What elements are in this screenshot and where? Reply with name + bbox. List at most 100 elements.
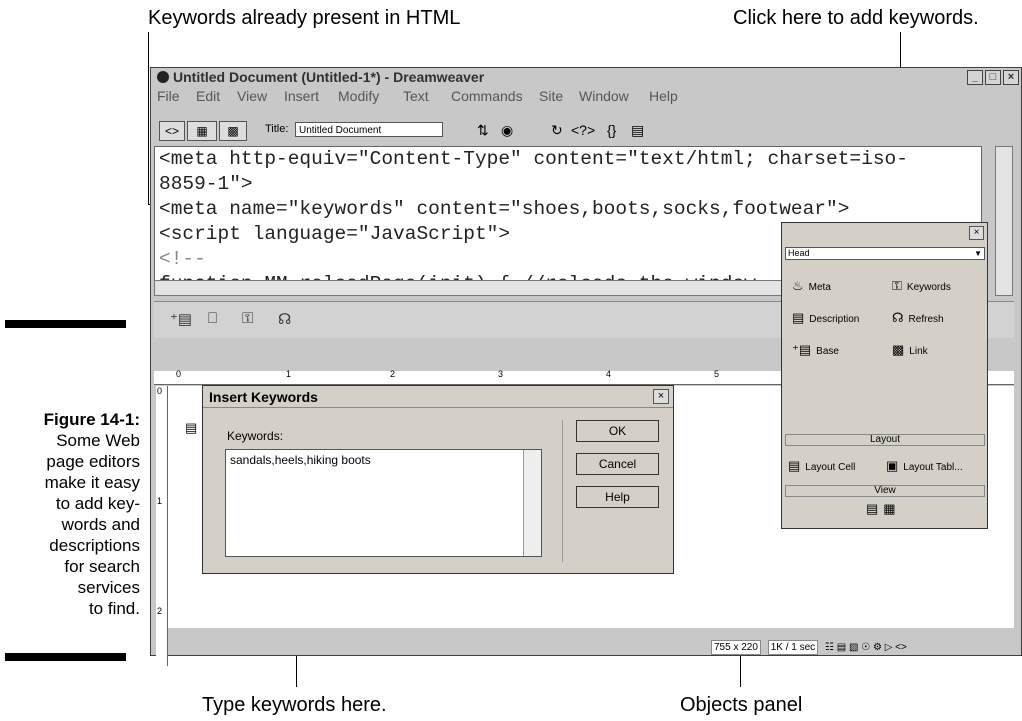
object-description[interactable]: ▤ Description bbox=[792, 310, 859, 326]
refresh-icon[interactable]: ↻ bbox=[551, 122, 563, 139]
html-styles-icon[interactable]: ▧ bbox=[849, 642, 858, 653]
panel-close-button[interactable]: × bbox=[969, 226, 984, 240]
standard-view-icon[interactable]: ▤ bbox=[866, 501, 878, 516]
category-dropdown[interactable]: Head ▼ bbox=[785, 247, 985, 260]
timelines-icon[interactable]: ▷ bbox=[885, 642, 893, 653]
layout-label: Layout Tabl... bbox=[903, 462, 963, 473]
caption-bar-bottom bbox=[5, 653, 126, 661]
insert-description-icon[interactable]: ⎕ bbox=[208, 310, 217, 327]
insert-refresh-icon[interactable]: ☊ bbox=[278, 310, 291, 328]
minimize-button[interactable]: _ bbox=[967, 70, 983, 85]
divider bbox=[203, 407, 673, 408]
menu-modify[interactable]: Modify bbox=[338, 88, 379, 104]
page-title-input[interactable]: Untitled Document bbox=[295, 122, 443, 137]
document-toolbar: <> ▦ ▩ Title: Untitled Document ⇅ ◉ ↻ <?… bbox=[151, 117, 1021, 143]
title-label: Title: bbox=[265, 123, 289, 135]
caption-line: services bbox=[77, 578, 140, 597]
divider bbox=[562, 420, 563, 562]
code-inspector-icon[interactable]: <> bbox=[895, 642, 907, 653]
reference-icon[interactable]: <?> bbox=[571, 122, 595, 138]
keywords-label: Keywords: bbox=[227, 429, 284, 443]
refresh-icon: ☊ bbox=[892, 310, 904, 325]
title-bar: Untitled Document (Untitled-1*) - Dreamw… bbox=[151, 68, 1021, 87]
layout-cell-icon: ▤ bbox=[788, 458, 801, 473]
object-label: Description bbox=[809, 314, 860, 325]
window-size[interactable]: 755 x 220 bbox=[711, 640, 761, 655]
caption-bar-top bbox=[5, 320, 126, 328]
site-icon[interactable]: ☷ bbox=[825, 642, 834, 653]
insert-keywords-icon[interactable]: ⚿ bbox=[242, 310, 253, 327]
preview-browser-icon[interactable]: ◉ bbox=[501, 122, 513, 139]
figure: Keywords already present in HTML Click h… bbox=[0, 0, 1022, 721]
dialog-title: Insert Keywords bbox=[209, 389, 318, 405]
object-label: Link bbox=[909, 346, 928, 357]
caption-line: descriptions bbox=[49, 536, 140, 555]
menu-file[interactable]: File bbox=[157, 88, 180, 104]
callout-line bbox=[148, 32, 149, 204]
ruler-tick-label: 1 bbox=[286, 369, 292, 379]
behaviors-icon[interactable]: ☉ bbox=[861, 642, 870, 653]
ok-button[interactable]: OK bbox=[576, 420, 659, 442]
ruler-tick-label: 2 bbox=[157, 606, 163, 616]
file-management-icon[interactable]: ⇅ bbox=[477, 122, 489, 139]
menu-help[interactable]: Help bbox=[649, 88, 678, 104]
menu-site[interactable]: Site bbox=[539, 88, 563, 104]
object-meta[interactable]: ♨ Meta bbox=[792, 278, 831, 294]
layout-table-button[interactable]: ▣ Layout Tabl... bbox=[886, 458, 963, 474]
menu-window[interactable]: Window bbox=[579, 88, 629, 104]
meta-icon: ♨ bbox=[792, 278, 804, 293]
layout-table-icon: ▣ bbox=[886, 458, 899, 473]
assets-icon[interactable]: ▤ bbox=[837, 642, 846, 653]
maximize-button[interactable]: □ bbox=[985, 70, 1001, 85]
window-title: Untitled Document (Untitled-1*) - Dreamw… bbox=[173, 69, 485, 85]
app-icon bbox=[157, 71, 169, 83]
code-view-icon[interactable]: <> bbox=[159, 121, 185, 141]
object-base[interactable]: ⁺▤ Base bbox=[792, 342, 839, 358]
close-button[interactable]: × bbox=[1003, 70, 1019, 85]
layout-cell-button[interactable]: ▤ Layout Cell bbox=[788, 458, 855, 474]
dialog-close-button[interactable]: × bbox=[653, 389, 669, 404]
object-label: Refresh bbox=[908, 314, 944, 325]
caption-line: words and bbox=[61, 515, 140, 534]
textarea-scrollbar[interactable] bbox=[523, 450, 541, 556]
callout-keywords-present: Keywords already present in HTML bbox=[148, 7, 461, 29]
object-keywords[interactable]: ⚿ Keywords bbox=[892, 278, 951, 294]
caption-line: make it easy bbox=[44, 473, 140, 492]
description-icon: ▤ bbox=[792, 310, 805, 325]
object-refresh[interactable]: ☊ Refresh bbox=[892, 310, 944, 326]
menu-edit[interactable]: Edit bbox=[196, 88, 220, 104]
code-navigation-icon[interactable]: {} bbox=[607, 122, 616, 138]
caption-line: page editors bbox=[46, 452, 140, 471]
history-icon[interactable]: ⚙ bbox=[873, 642, 882, 653]
split-view-icon[interactable]: ▦ bbox=[187, 121, 217, 141]
layout-header: Layout bbox=[785, 434, 985, 446]
code-vertical-scrollbar[interactable] bbox=[995, 146, 1013, 296]
menu-insert[interactable]: Insert bbox=[284, 88, 319, 104]
object-link[interactable]: ▩ Link bbox=[892, 342, 928, 358]
layout-label: Layout Cell bbox=[805, 462, 856, 473]
callout-type-keywords: Type keywords here. bbox=[202, 694, 387, 716]
menu-text[interactable]: Text bbox=[403, 88, 429, 104]
cancel-button[interactable]: Cancel bbox=[576, 453, 659, 475]
callout-objects-panel: Objects panel bbox=[680, 694, 803, 716]
layout-view-icon[interactable]: ▦ bbox=[883, 501, 895, 516]
head-content-icon: ▤ bbox=[185, 420, 198, 435]
keywords-textarea[interactable]: sandals,heels,hiking boots bbox=[225, 449, 542, 557]
menu-commands[interactable]: Commands bbox=[451, 88, 523, 104]
ruler-tick-label: 0 bbox=[157, 386, 163, 396]
view-options-icon[interactable]: ▤ bbox=[631, 122, 644, 139]
help-button[interactable]: Help bbox=[576, 486, 659, 508]
view-header: View bbox=[785, 485, 985, 497]
category-value: Head bbox=[788, 248, 810, 258]
chevron-down-icon: ▼ bbox=[974, 249, 982, 258]
figure-caption: Figure 14-1: Some Web page editors make … bbox=[44, 409, 140, 619]
code-line: 8859-1"> bbox=[159, 173, 253, 195]
menu-view[interactable]: View bbox=[237, 88, 267, 104]
design-view-icon[interactable]: ▩ bbox=[219, 121, 247, 141]
view-buttons: ▤ ▦ bbox=[866, 501, 901, 517]
insert-meta-icon[interactable]: ⁺▤ bbox=[170, 310, 192, 328]
object-label: Keywords bbox=[906, 282, 951, 293]
ruler-tick-label: 0 bbox=[176, 369, 182, 379]
status-bar: 755 x 220 1K / 1 sec ☷ ▤ ▧ ☉ ⚙ ▷ <> bbox=[711, 640, 907, 655]
vertical-ruler: 0 1 2 bbox=[156, 386, 168, 666]
